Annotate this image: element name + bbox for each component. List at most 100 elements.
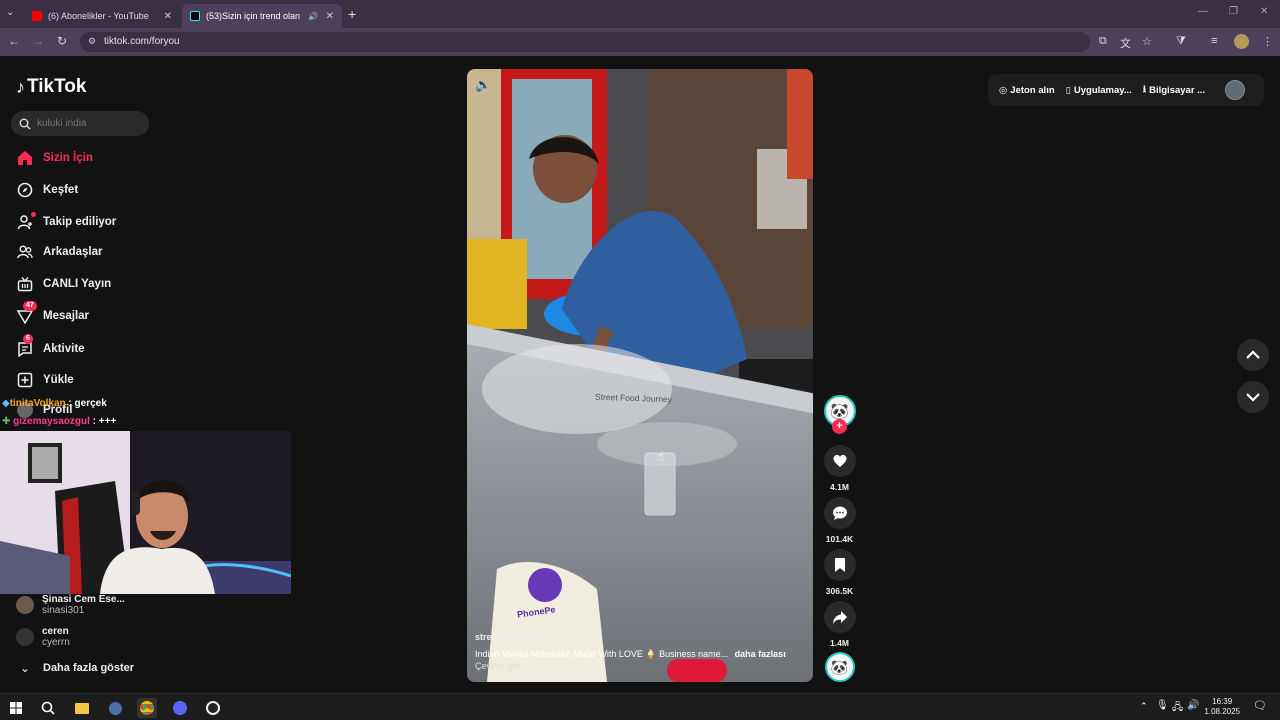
bookmark-star-icon[interactable]: ☆	[1142, 35, 1152, 48]
webcam-overlay	[0, 431, 291, 594]
creator-avatar[interactable]: 🐼 +	[823, 395, 856, 434]
nav-upload[interactable]: Yükle	[16, 371, 74, 389]
translate-icon[interactable]: 文	[1120, 35, 1131, 51]
nav-friends[interactable]: Arkadaşlar	[16, 243, 102, 261]
video-frame	[467, 69, 813, 682]
taskbar-search-icon[interactable]	[38, 698, 58, 718]
chat-username: tinitaVolkan	[9, 398, 66, 409]
tray-chevron-up-icon[interactable]: ⌃	[1140, 701, 1148, 712]
get-coins-button[interactable]: ◎ Jeton alın	[999, 85, 1055, 96]
nav-label: Aktivite	[43, 343, 85, 355]
media-control-icon[interactable]: ≡	[1211, 35, 1217, 47]
close-window-icon[interactable]: ✕	[1260, 6, 1268, 17]
coin-icon: ◎	[999, 84, 1008, 96]
activity-icon: 6	[16, 334, 34, 358]
like-button[interactable]: 4.1M	[823, 445, 856, 492]
comment-icon	[823, 497, 856, 529]
comment-count: 101.4K	[825, 534, 854, 544]
translate-link[interactable]: Çeviriyi gör	[475, 661, 520, 671]
nav-activity[interactable]: 6 Aktivite	[16, 334, 85, 358]
music-disc[interactable]: 🐼	[823, 652, 856, 682]
panda-disc-icon: 🐼	[824, 652, 855, 682]
volume-icon[interactable]: 🔈	[475, 77, 491, 93]
minimize-icon[interactable]: —	[1198, 6, 1208, 17]
previous-video-button[interactable]	[1237, 339, 1269, 371]
chat-badge-icon: ✚	[2, 416, 11, 427]
avatar	[16, 628, 34, 646]
show-more-button[interactable]: ⌄ Daha fazla göster	[16, 659, 134, 677]
new-tab-button[interactable]: +	[348, 6, 356, 22]
phone-icon: ▯	[1065, 84, 1071, 96]
site-info-icon[interactable]: ⚙	[88, 36, 96, 47]
avatar	[16, 596, 34, 614]
search-input[interactable]	[37, 118, 147, 129]
more-link[interactable]: daha fazlası	[735, 649, 786, 659]
maximize-icon[interactable]: ❐	[1229, 6, 1238, 17]
volume-tray-icon[interactable]: 🔊	[1187, 700, 1199, 711]
forward-icon[interactable]: →	[30, 34, 46, 48]
following-account[interactable]: Şinasi Cem Ese... sinasi301	[16, 594, 125, 616]
microphone-icon[interactable]: 🎙	[1156, 700, 1169, 711]
nav-for-you[interactable]: Sizin İçin	[16, 149, 93, 167]
comment-button[interactable]: 101.4K	[823, 497, 856, 544]
user-avatar[interactable]	[1225, 80, 1246, 100]
app-icon[interactable]	[105, 698, 125, 718]
chevron-up-icon	[1246, 350, 1260, 359]
nav-explore[interactable]: Keşfet	[16, 181, 78, 199]
speaker-icon[interactable]: 🔊	[308, 12, 318, 21]
menu-icon[interactable]: ⋮	[1262, 35, 1273, 48]
webcam-scene	[0, 431, 291, 594]
file-explorer-icon[interactable]	[72, 698, 92, 718]
profile-avatar[interactable]	[1234, 34, 1249, 49]
chat-message: ◆tinitaVolkan : gerçek	[2, 398, 107, 409]
following-account[interactable]: ceren cyerrn	[16, 626, 70, 648]
network-icon[interactable]: 🖧	[1172, 700, 1183, 717]
reload-icon[interactable]: ↻	[54, 34, 70, 48]
chevron-down-icon	[1246, 393, 1260, 402]
nav-messages[interactable]: 47 Mesajlar	[16, 301, 89, 325]
save-button[interactable]: 306.5K	[823, 549, 856, 596]
get-app-button[interactable]: ▯ Uygulamay...	[1066, 85, 1132, 96]
nav-label: Takip ediliyor	[43, 216, 117, 228]
install-app-icon[interactable]: ⧉	[1099, 35, 1107, 48]
next-video-button[interactable]	[1237, 381, 1269, 413]
close-tab-icon[interactable]: ✕	[326, 11, 334, 22]
save-count: 306.5K	[825, 586, 854, 596]
tab-title: (6) Abonelikler - YouTube	[48, 11, 149, 21]
tiktok-logo[interactable]: ♪ TikTok	[16, 76, 86, 98]
chat-message: ✚ gizemaysaozgul : +++	[2, 416, 116, 427]
tab-youtube[interactable]: (6) Abonelikler - YouTube ✕	[24, 4, 180, 28]
nav-live[interactable]: CANLI Yayın	[16, 275, 111, 293]
pc-app-button[interactable]: ⭳ Bilgisayar ...	[1143, 82, 1205, 98]
top-actions-bar: ◎ Jeton alın ▯ Uygulamay... ⭳ Bilgisayar…	[988, 74, 1264, 106]
nav-following[interactable]: Takip ediliyor	[16, 212, 117, 231]
video-author[interactable]: streetfoodjourney	[475, 632, 552, 642]
search-bar[interactable]	[11, 111, 149, 136]
obs-icon[interactable]	[203, 698, 223, 718]
tiktok-icon	[190, 11, 200, 21]
coins-label: Jeton alın	[1010, 84, 1055, 96]
chrome-icon[interactable]	[137, 698, 157, 718]
address-bar[interactable]: ⚙ tiktok.com/foryou	[80, 32, 1090, 52]
url-text: tiktok.com/foryou	[104, 36, 180, 47]
video-caption: Indian Vanilla Milkshake Made With LOVE …	[475, 649, 809, 660]
video-player[interactable]: 🔈 Street Food Journey PhonePe streetfood…	[467, 69, 813, 682]
follow-plus-icon[interactable]: +	[832, 419, 847, 434]
search-icon[interactable]	[19, 118, 31, 130]
notification-icon[interactable]: 🗨	[1253, 699, 1267, 712]
nav-label: Keşfet	[43, 184, 79, 196]
close-tab-icon[interactable]: ✕	[164, 11, 172, 22]
friends-icon	[16, 243, 34, 261]
cursor-icon: ☝	[657, 449, 665, 463]
tab-tiktok[interactable]: (53)Sizin için trend olan vide 🔊 ✕	[182, 4, 342, 28]
nav-label: Sizin İçin	[43, 152, 93, 164]
extensions-icon[interactable]: ⧩	[1176, 35, 1186, 48]
messages-icon: 47	[16, 301, 37, 325]
windows-start-icon[interactable]	[6, 698, 26, 718]
discord-icon[interactable]	[170, 698, 190, 718]
compass-icon	[16, 181, 34, 199]
tab-search-dropdown-icon[interactable]: ⌄	[6, 7, 14, 18]
system-clock[interactable]: 16:39 1.08.2025	[1204, 697, 1240, 717]
back-icon[interactable]: ←	[6, 34, 22, 48]
share-button[interactable]: 1.4M	[823, 601, 856, 648]
